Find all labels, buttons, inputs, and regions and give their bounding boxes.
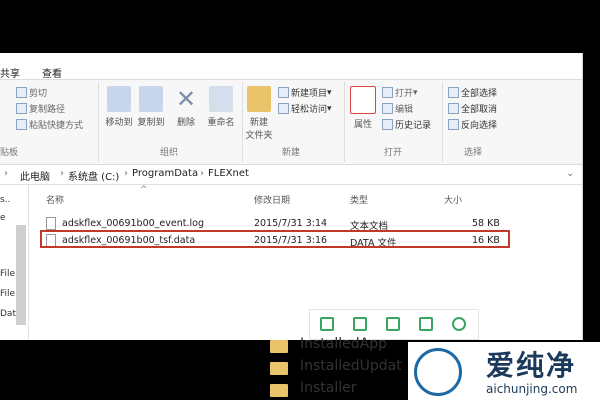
folder-icon <box>247 86 271 112</box>
group-organize-label: 组织 <box>160 148 179 158</box>
nav-item[interactable]: File <box>0 289 15 299</box>
divider <box>344 82 345 162</box>
tree-item[interactable]: Installer <box>300 380 357 396</box>
rename-button[interactable]: 重命名 <box>204 86 238 128</box>
watermark-url: aichunjing.com <box>486 382 578 396</box>
open-icon <box>382 87 393 98</box>
paste-shortcut-button[interactable]: 粘贴快捷方式 <box>16 118 83 131</box>
tab-view[interactable]: 查看 <box>42 65 62 80</box>
tree-item[interactable]: InstalledUpdat <box>300 358 402 374</box>
address-bar[interactable]: › 此电脑 › 系统盘 (C:) › ProgramData › FLEXnet… <box>0 164 582 185</box>
nav-item[interactable]: e <box>0 213 6 223</box>
nav-item[interactable]: File <box>0 269 15 279</box>
edit-icon <box>382 103 393 114</box>
folder-icon <box>270 362 288 375</box>
phone-icon[interactable] <box>320 317 334 331</box>
new-item-button[interactable]: 新建项目 ▾ <box>278 86 332 99</box>
open-button[interactable]: 打开 ▾ <box>382 86 418 99</box>
select-none-button[interactable]: 全部取消 <box>448 102 497 115</box>
chevron-right-icon: › <box>4 168 8 179</box>
group-open-label: 打开 <box>384 148 403 158</box>
group-select-label: 选择 <box>464 148 483 158</box>
edit-button[interactable]: 编辑 <box>382 102 413 115</box>
group-new-label: 新建 <box>282 148 301 158</box>
select-none-icon <box>448 103 459 114</box>
file-date: 2015/7/31 3:14 <box>254 218 328 229</box>
delete-x-icon: ✕ <box>175 85 197 113</box>
column-header-type[interactable]: 类型 <box>350 193 368 206</box>
nav-item[interactable]: s.. <box>0 195 10 205</box>
text-file-icon <box>46 217 56 230</box>
history-icon <box>382 119 393 130</box>
tab-share[interactable]: 共享 <box>0 65 20 80</box>
divider <box>442 82 443 162</box>
navigation-pane: s.. e File File Dat <box>0 185 29 340</box>
highlight-box <box>40 230 510 248</box>
paste-shortcut-icon <box>16 119 27 130</box>
chevron-right-icon: › <box>60 168 64 179</box>
properties-icon <box>350 86 376 114</box>
folder-icon <box>270 340 288 353</box>
cut-button[interactable]: 剪切 <box>16 86 47 99</box>
delete-button[interactable]: ✕ 删除 <box>172 86 200 128</box>
invert-selection-icon <box>448 119 459 130</box>
group-clipboard-label: 贴板 <box>0 148 19 158</box>
history-button[interactable]: 历史记录 <box>382 118 431 131</box>
file-name: adskflex_00691b00_event.log <box>62 218 204 229</box>
column-header-size[interactable]: 大小 <box>444 193 462 206</box>
move-to-icon <box>107 86 131 112</box>
file-size: 58 KB <box>472 218 500 229</box>
column-header-name[interactable]: 名称 <box>46 193 64 206</box>
rename-icon <box>209 86 233 112</box>
divider <box>98 82 99 162</box>
sort-up-icon: ^ <box>140 185 148 195</box>
folder-tree: InstalledApp InstalledUpdat Installer <box>240 330 420 400</box>
invert-selection-button[interactable]: 反向选择 <box>448 118 497 131</box>
move-to-button[interactable]: 移动到 <box>104 86 134 128</box>
chevron-right-icon: › <box>124 168 128 179</box>
save-icon[interactable] <box>386 317 400 331</box>
new-item-icon <box>278 87 289 98</box>
breadcrumb-programdata[interactable]: ProgramData <box>132 168 198 179</box>
select-all-icon <box>448 87 459 98</box>
copy-path-icon <box>16 103 27 114</box>
select-all-button[interactable]: 全部选择 <box>448 86 497 99</box>
chevron-right-icon: › <box>200 168 204 179</box>
share-icon[interactable] <box>419 317 433 331</box>
easy-access-icon <box>278 103 289 114</box>
settings-icon[interactable] <box>452 317 466 331</box>
expand-icon[interactable] <box>353 317 367 331</box>
scissors-icon <box>16 87 27 98</box>
new-folder-button[interactable]: 新建 文件夹 <box>244 86 274 141</box>
properties-button[interactable]: 属性 <box>350 86 376 130</box>
breadcrumb-this-pc[interactable]: 此电脑 <box>20 168 50 183</box>
tree-item[interactable]: InstalledApp <box>300 336 387 352</box>
watermark-logo-icon <box>414 348 462 396</box>
easy-access-button[interactable]: 轻松访问 ▾ <box>278 102 332 115</box>
nav-item[interactable]: Dat <box>0 309 16 319</box>
breadcrumb-flexnet[interactable]: FLEXnet <box>208 168 249 179</box>
explorer-window: 共享 查看 剪切 复制路径 粘贴快捷方式 移动到 复制到 ✕ 删除 重命名 新建文… <box>0 53 583 340</box>
copy-to-button[interactable]: 复制到 <box>136 86 166 128</box>
breadcrumb-system-drive[interactable]: 系统盘 (C:) <box>68 168 119 183</box>
copy-path-button[interactable]: 复制路径 <box>16 102 65 115</box>
divider <box>242 82 243 162</box>
chevron-down-icon[interactable]: ⌄ <box>566 168 574 179</box>
copy-to-icon <box>139 86 163 112</box>
watermark-title: 爱纯净 <box>486 349 577 382</box>
nav-scrollbar[interactable] <box>16 225 26 325</box>
watermark: 爱纯净 aichunjing.com <box>408 342 600 400</box>
folder-icon <box>270 384 288 397</box>
column-header-date[interactable]: 修改日期 <box>254 193 290 206</box>
